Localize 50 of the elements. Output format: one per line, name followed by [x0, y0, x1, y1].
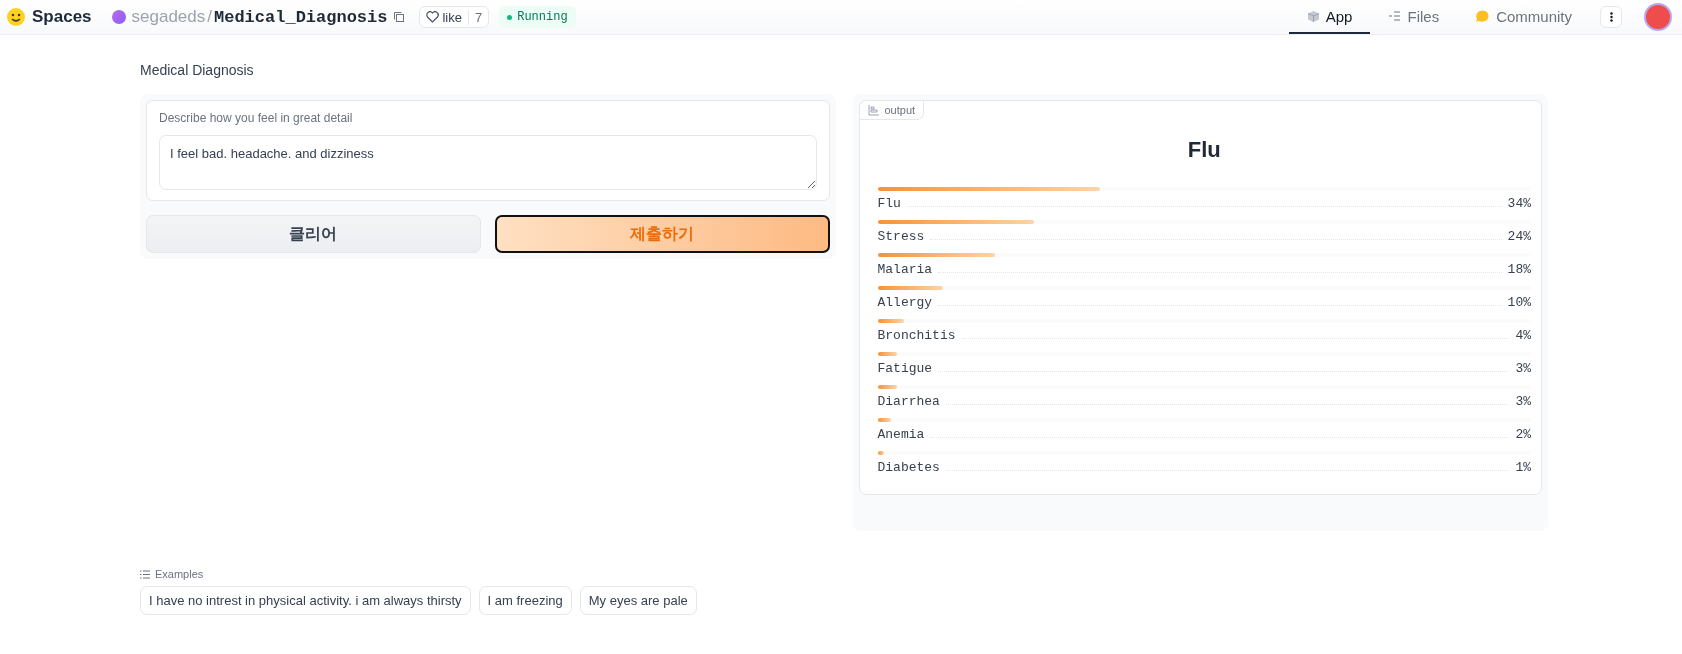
confidence-value: 18%: [1507, 262, 1531, 277]
confidence-value: 3%: [1515, 394, 1531, 409]
clear-button[interactable]: 클리어: [146, 215, 481, 253]
status-badge: Running: [499, 6, 576, 28]
copy-icon[interactable]: [393, 11, 406, 23]
class-label: Flu: [877, 196, 901, 211]
field-label: Describe how you feel in great detail: [159, 111, 354, 125]
confidence-value: 3%: [1515, 361, 1531, 376]
file-list-icon: [1388, 10, 1402, 22]
class-label: Allergy: [877, 295, 933, 310]
vertical-dots-icon: [1609, 12, 1613, 22]
class-label: Malaria: [877, 262, 933, 277]
examples-label: Examples: [155, 568, 204, 580]
confidence-value: 1%: [1515, 460, 1531, 475]
confidence-value: 34%: [1507, 196, 1531, 211]
avatar-icon: [111, 10, 126, 24]
top-prediction: Flu: [1186, 137, 1222, 163]
user-avatar[interactable]: [1644, 3, 1672, 31]
smiley-face-icon: [6, 7, 26, 27]
space-name[interactable]: Medical_Diagnosis: [214, 7, 388, 27]
example-chip[interactable]: My eyes are pale: [579, 586, 697, 615]
confidence-value: 10%: [1507, 295, 1531, 310]
class-label: Stress: [877, 229, 925, 244]
example-chip[interactable]: I have no intrest in physical activity. i am always thirsty: [140, 586, 471, 615]
confidence-value: 2%: [1515, 427, 1531, 442]
class-label: Bronchitis: [877, 328, 956, 343]
speech-bubble-icon: [1475, 9, 1491, 23]
confidence-value: 24%: [1507, 229, 1531, 244]
brand-name[interactable]: Spaces: [32, 7, 92, 27]
nav-tab[interactable]: Files: [1370, 0, 1458, 34]
example-chip[interactable]: I am freezing: [478, 586, 572, 615]
class-label: Diabetes: [877, 460, 940, 475]
confidence-value: 4%: [1515, 328, 1531, 343]
bar-chart-icon: [867, 104, 879, 116]
app-title: Medical Diagnosis: [140, 62, 255, 78]
heart-icon: [426, 11, 440, 23]
like-button[interactable]: like 7: [419, 6, 490, 28]
class-label: Anemia: [877, 427, 925, 442]
nav-tab[interactable]: App: [1288, 0, 1371, 34]
symptoms-field[interactable]: I feel bad. headache. and dizziness: [159, 135, 817, 190]
path-separator: /: [207, 7, 212, 27]
nav-tab[interactable]: Community: [1457, 0, 1590, 34]
output-label: output: [858, 100, 925, 120]
more-options-button[interactable]: [1600, 6, 1622, 28]
like-label: like: [442, 9, 462, 25]
like-count: 7: [467, 9, 489, 25]
class-label: Diarrhea: [877, 394, 940, 409]
list-icon: [140, 569, 150, 579]
class-label: Fatigue: [877, 361, 933, 376]
cube-icon: [1306, 9, 1320, 23]
